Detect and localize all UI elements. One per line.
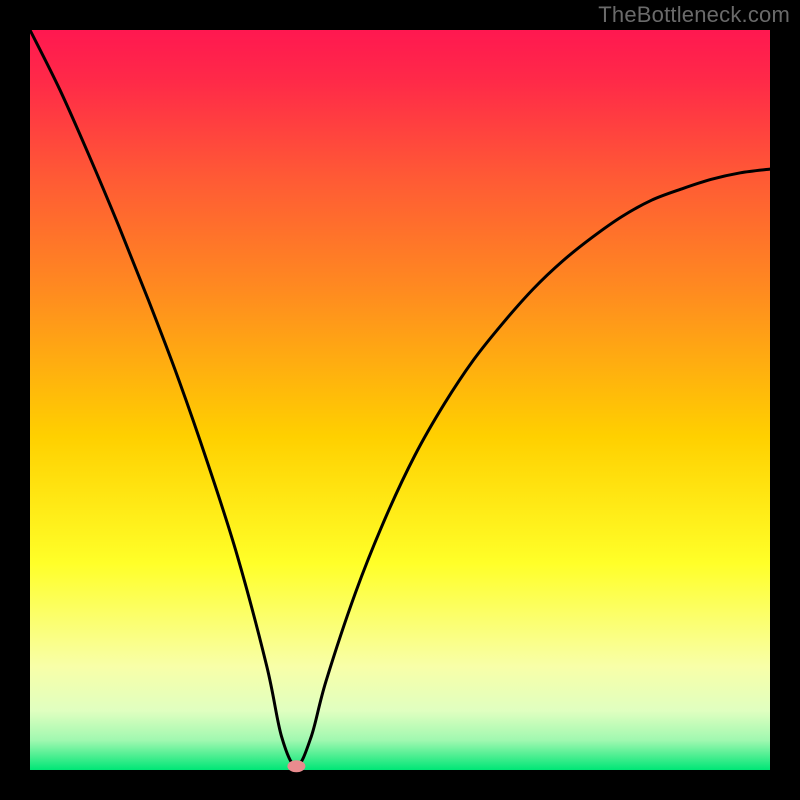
- curve-minimum-marker: [287, 760, 305, 772]
- plot-background: [30, 30, 770, 770]
- bottleneck-chart: [0, 0, 800, 800]
- chart-frame: { "watermark": "TheBottleneck.com", "cha…: [0, 0, 800, 800]
